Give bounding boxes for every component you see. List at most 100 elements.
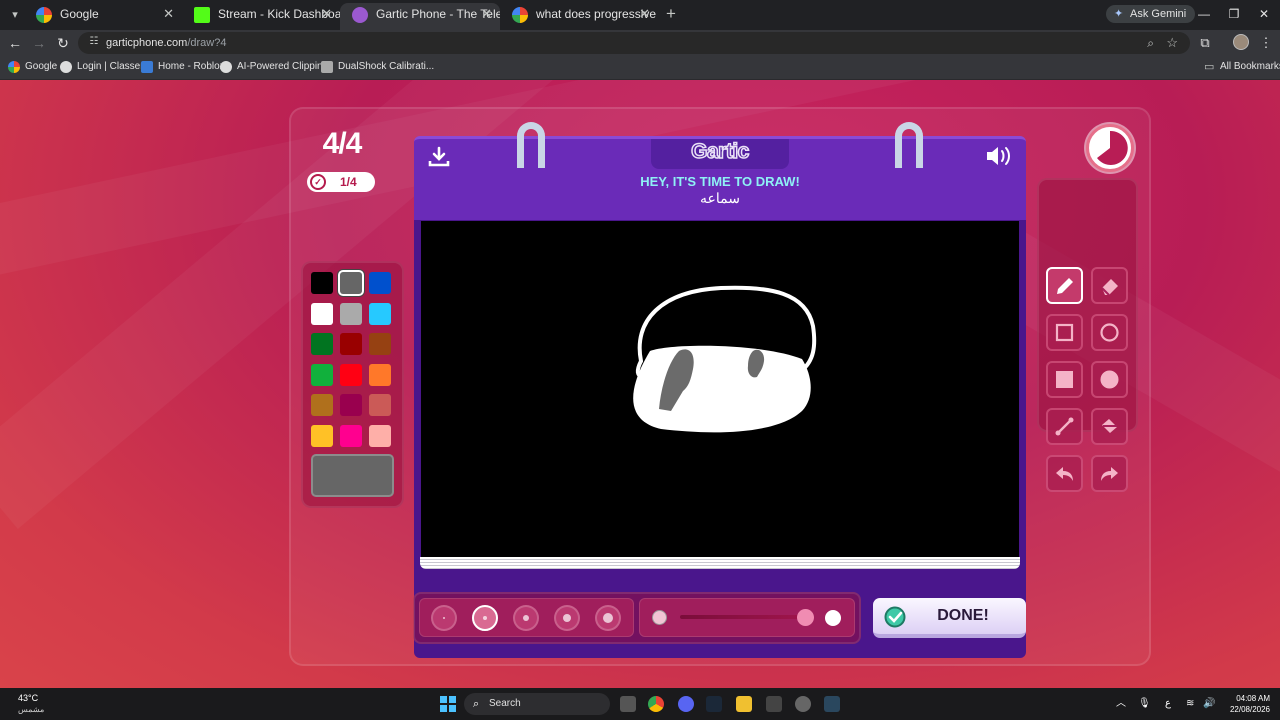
color-swatch[interactable] — [340, 394, 362, 417]
brush-size-dot — [603, 613, 613, 623]
app-icon[interactable] — [766, 696, 782, 712]
close-window-icon[interactable]: ✕ — [1254, 4, 1274, 24]
done-button[interactable]: DONE! — [873, 598, 1026, 638]
taskbar-search[interactable]: ⌕ Search — [464, 693, 610, 715]
color-swatch[interactable] — [340, 363, 362, 386]
close-icon[interactable]: ✕ — [321, 3, 332, 25]
tab-gartic[interactable]: Gartic Phone - The Telephone G ✕ — [340, 3, 500, 30]
color-swatch[interactable] — [311, 394, 333, 417]
color-swatch[interactable] — [340, 302, 362, 325]
search-icon: ⌕ — [473, 698, 480, 710]
close-icon[interactable]: ✕ — [163, 3, 174, 25]
ask-gemini-button[interactable]: ✦ Ask Gemini — [1106, 5, 1196, 23]
brush-size-dot — [443, 617, 445, 619]
zoom-icon[interactable]: ⌕ — [1147, 32, 1154, 54]
color-swatch[interactable] — [369, 333, 391, 356]
color-swatch[interactable] — [311, 272, 333, 294]
bookmark-star-icon[interactable]: ☆ — [1166, 32, 1178, 54]
google-icon — [512, 7, 528, 23]
menu-icon[interactable]: ⋮ — [1256, 33, 1276, 53]
start-button[interactable] — [440, 696, 456, 712]
task-view-icon[interactable] — [620, 696, 636, 712]
filled-rectangle-tool-icon[interactable] — [1046, 361, 1083, 398]
color-swatch[interactable] — [369, 272, 391, 294]
bookmark-dualshock[interactable]: DualShock Calibrati... — [321, 56, 434, 78]
timer-icon — [1086, 124, 1134, 172]
color-swatch[interactable] — [369, 302, 391, 325]
microphone-icon[interactable]: 🎙 — [1138, 696, 1151, 712]
tab-google[interactable]: Google ✕ — [24, 3, 182, 30]
players-done-badge: ✓ 1/4 — [307, 172, 375, 192]
pencil-tool-icon[interactable] — [1046, 267, 1083, 304]
volume-icon[interactable]: 🔊 — [1203, 696, 1215, 712]
bookmark-google[interactable]: Google — [8, 56, 57, 78]
discord-icon[interactable] — [678, 696, 694, 712]
site-info-icon[interactable]: ☷ — [87, 35, 101, 49]
color-swatch[interactable] — [369, 425, 391, 447]
eraser-tool-icon[interactable] — [1091, 267, 1128, 304]
line-tool-icon[interactable] — [1046, 408, 1083, 445]
wifi-icon[interactable]: ≋ — [1186, 696, 1194, 712]
tab-kick[interactable]: Stream - Kick Dashboard ✕ — [182, 3, 340, 30]
back-icon[interactable]: ← — [5, 33, 25, 53]
weather-temperature[interactable]: 43°C — [18, 693, 38, 703]
tab-search-icon[interactable]: ▾ — [6, 6, 24, 24]
url-text: garticphone.com/draw?4 — [106, 37, 227, 49]
reload-icon[interactable]: ↻ — [53, 33, 73, 53]
maximize-icon[interactable]: ❐ — [1224, 4, 1244, 24]
volume-icon[interactable] — [985, 144, 1013, 168]
browser-toolbar: ← → ↻ ☷ garticphone.com/draw?4 ⌕ ☆ ⧉ ⋮ — [0, 30, 1280, 56]
check-icon: ✓ — [310, 174, 326, 190]
file-explorer-icon[interactable] — [736, 696, 752, 712]
chrome-icon[interactable] — [648, 696, 664, 712]
forward-icon[interactable]: → — [29, 33, 49, 53]
language-icon[interactable]: ع — [1165, 696, 1171, 712]
profile-avatar[interactable] — [1233, 34, 1249, 50]
steam-icon[interactable] — [706, 696, 722, 712]
all-bookmarks[interactable]: ▭ All Bookmarks — [1204, 56, 1280, 78]
color-swatch[interactable] — [311, 425, 333, 447]
current-color-preview[interactable] — [311, 454, 394, 497]
gartic-icon — [352, 7, 368, 23]
tab-search[interactable]: what does progressive mean - ✕ — [500, 3, 658, 30]
download-icon[interactable] — [427, 145, 451, 169]
bookmark-clipping[interactable]: AI-Powered Clippin... — [220, 56, 331, 78]
roblox-icon — [141, 61, 153, 73]
bookmark-roblox[interactable]: Home - Roblox — [141, 56, 225, 78]
extensions-icon[interactable]: ⧉ — [1195, 33, 1215, 53]
gartic-logo: Gartic — [690, 139, 750, 164]
fill-bucket-tool-icon[interactable] — [1091, 408, 1128, 445]
bookmark-classera[interactable]: Login | Classera — [60, 56, 149, 78]
folder-icon: ▭ — [1204, 61, 1215, 73]
color-swatch[interactable] — [340, 272, 362, 294]
minimize-icon[interactable]: — — [1194, 4, 1214, 24]
circle-tool-icon[interactable] — [1091, 314, 1128, 351]
rectangle-tool-icon[interactable] — [1046, 314, 1083, 351]
color-swatch[interactable] — [369, 363, 391, 386]
address-bar[interactable]: ☷ garticphone.com/draw?4 ⌕ ☆ — [78, 32, 1190, 54]
google-icon — [36, 7, 52, 23]
opacity-slider-handle[interactable] — [797, 609, 814, 626]
color-swatch[interactable] — [311, 333, 333, 356]
undo-tool-icon[interactable] — [1046, 455, 1083, 492]
tab-strip: ▾ Google ✕ Stream - Kick Dashboard ✕ Gar… — [0, 0, 1280, 30]
redo-tool-icon[interactable] — [1091, 455, 1128, 492]
gamepad-icon — [321, 61, 333, 73]
close-icon[interactable]: ✕ — [481, 3, 492, 25]
filled-circle-tool-icon[interactable] — [1091, 361, 1128, 398]
color-swatch[interactable] — [369, 394, 391, 417]
color-swatch[interactable] — [311, 302, 333, 325]
color-swatch[interactable] — [340, 425, 362, 447]
google-icon — [8, 61, 20, 73]
drawing-canvas[interactable] — [421, 221, 1019, 557]
binder-ring — [895, 122, 923, 168]
close-icon[interactable]: ✕ — [639, 3, 650, 25]
clock[interactable]: 04:08 AM 22/08/2026 — [1226, 693, 1270, 715]
color-swatch[interactable] — [340, 333, 362, 356]
app-icon[interactable] — [795, 696, 811, 712]
steam-icon[interactable] — [824, 696, 840, 712]
tray-chevron-icon[interactable]: ︿ — [1116, 696, 1126, 712]
new-tab-button[interactable]: + — [663, 4, 679, 24]
color-swatch[interactable] — [311, 363, 333, 386]
opacity-slider[interactable] — [680, 615, 806, 619]
